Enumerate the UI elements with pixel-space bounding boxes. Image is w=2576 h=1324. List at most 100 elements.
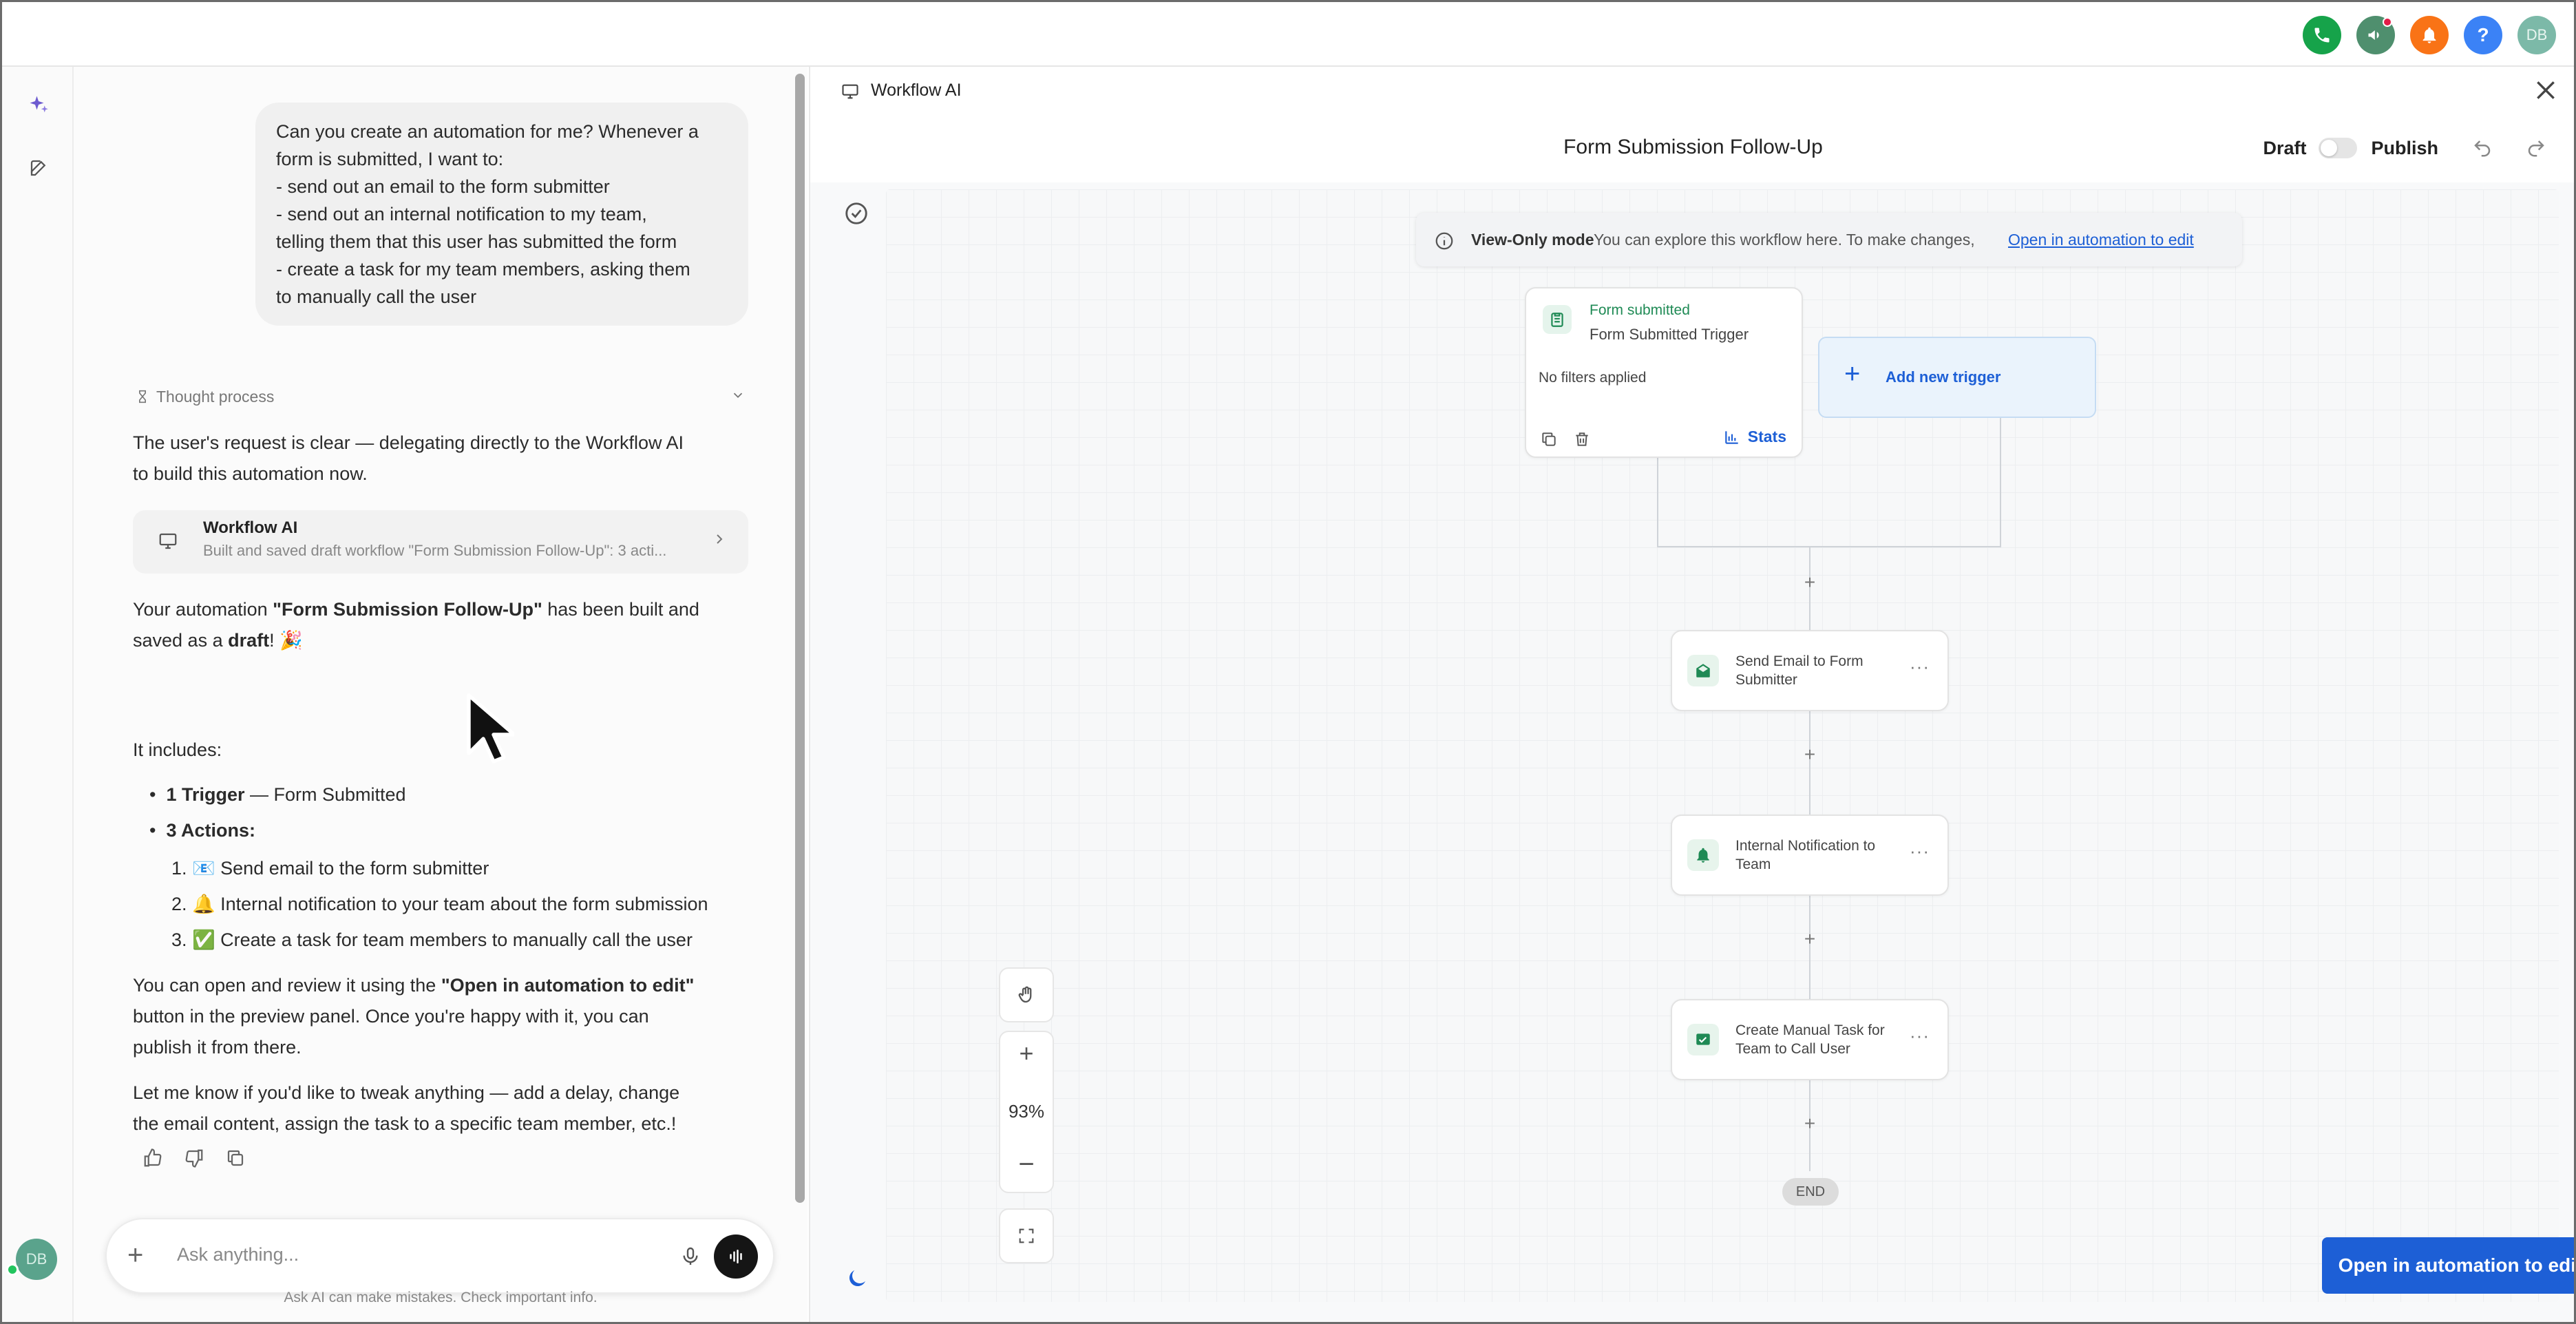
action-title: Send Email to Form Submitter	[1735, 653, 1864, 688]
action-node-send-email[interactable]: Send Email to Form Submitter ···	[1671, 630, 1949, 711]
disclaimer-text: Ask AI can make mistakes. Check importan…	[284, 1290, 598, 1305]
bullet-trigger-bold: 1 Trigger	[166, 784, 245, 805]
voice-mode-button[interactable]	[714, 1234, 758, 1279]
workflow-ai-tool-card[interactable]: Workflow AI Built and saved draft workfl…	[133, 510, 748, 574]
moon-icon[interactable]	[845, 1266, 869, 1291]
trash-icon[interactable]	[1573, 430, 1591, 448]
zoom-out-button[interactable]: −	[1000, 1149, 1053, 1180]
stats-button[interactable]: Stats	[1723, 428, 1786, 446]
add-trigger-label: Add new trigger	[1886, 368, 2001, 386]
view-only-label: View-Only mode	[1471, 231, 1594, 249]
action-item-1-text: 📧 Send email to the form submitter	[192, 858, 489, 879]
tweak-line-2: the email content, assign the task to a …	[133, 1113, 677, 1134]
panel-header-title: Workflow AI	[871, 81, 962, 100]
attach-plus-icon[interactable]: +	[127, 1241, 143, 1269]
chat-input[interactable]: Ask anything...	[177, 1244, 299, 1265]
zoom-in-button[interactable]: +	[1000, 1039, 1053, 1068]
tool-card-subtitle: Built and saved draft workflow "Form Sub…	[203, 542, 667, 559]
megaphone-icon[interactable]	[2356, 16, 2395, 54]
built-pre: Your automation	[133, 599, 273, 620]
app-window: ? DB DB Can you create an automation for…	[0, 0, 2576, 1324]
rail-user-avatar[interactable]: DB	[6, 1239, 57, 1280]
help-icon[interactable]: ?	[2464, 16, 2502, 54]
open-in-automation-link[interactable]: Open in automation to edit	[2008, 231, 2194, 249]
open-bold: "Open in automation to edit"	[441, 975, 695, 996]
draft-label: Draft	[2263, 137, 2307, 158]
workflow-preview-panel: Workflow AI Form Submission Follow-Up Dr…	[809, 67, 2574, 1322]
thumbs-down-icon[interactable]	[184, 1148, 204, 1168]
trigger-type: Form submitted	[1590, 302, 1690, 318]
more-options-icon[interactable]: ···	[1910, 1025, 1930, 1047]
built-line2-post: ! 🎉	[269, 630, 303, 651]
action-node-internal-notification[interactable]: Internal Notification to Team ···	[1671, 815, 1949, 896]
bullet-actions-bold: 3 Actions:	[166, 820, 255, 841]
task-icon	[1687, 1024, 1719, 1055]
audio-wave-icon	[730, 1250, 742, 1263]
duplicate-icon[interactable]	[1540, 430, 1558, 448]
new-chat-icon[interactable]	[25, 155, 52, 181]
connector-line	[2000, 418, 2001, 547]
add-new-trigger-button[interactable]: + Add new trigger	[1818, 337, 2096, 418]
close-icon[interactable]	[2532, 76, 2559, 104]
check-circle-icon[interactable]	[843, 200, 869, 227]
more-options-icon[interactable]: ···	[1910, 656, 1930, 677]
action-title: Create Manual Task for Team to Call User	[1735, 1022, 1885, 1057]
built-line2-bold: draft	[228, 630, 270, 651]
add-step-plus[interactable]: +	[1799, 929, 1820, 949]
thought-process-label: Thought process	[156, 387, 275, 406]
action-item-2-text: 🔔 Internal notification to your team abo…	[192, 894, 708, 914]
thought-process-toggle[interactable]: Thought process	[136, 385, 746, 408]
online-status-dot	[6, 1263, 19, 1276]
undo-icon[interactable]	[2469, 134, 2496, 162]
microphone-icon[interactable]	[679, 1243, 701, 1270]
tweak-line-1: Let me know if you'd like to tweak anyth…	[133, 1082, 680, 1103]
notification-dot	[2383, 17, 2392, 27]
pan-hand-icon[interactable]	[999, 967, 1054, 1022]
add-step-plus[interactable]: +	[1799, 572, 1820, 593]
open-button-label: Open in automation to edit	[2338, 1254, 2576, 1276]
open-pre: You can open and review it using the	[133, 975, 441, 996]
sparkle-icon[interactable]	[25, 92, 52, 118]
bullet-actions: • 3 Actions:	[149, 820, 255, 841]
action-item-3-text: ✅ Create a task for team members to manu…	[192, 929, 693, 950]
assistant-intro: The user's request is clear — delegating…	[133, 428, 684, 490]
user-message-text: Can you create an automation for me? Whe…	[276, 121, 699, 307]
user-avatar[interactable]: DB	[2517, 16, 2556, 54]
chat-input-bar: + Ask anything...	[105, 1218, 774, 1294]
action-node-create-task[interactable]: Create Manual Task for Team to Call User…	[1671, 999, 1949, 1080]
action-item-3: 3. ✅ Create a task for team members to m…	[171, 929, 693, 950]
more-options-icon[interactable]: ···	[1910, 841, 1930, 862]
chat-scrollbar[interactable]	[795, 74, 805, 1203]
action-title: Internal Notification to Team	[1735, 838, 1876, 872]
open-line-2: button in the preview panel. Once you're…	[133, 1006, 649, 1027]
draft-publish-toggle[interactable]	[2319, 138, 2358, 158]
plus-icon: +	[1844, 359, 1861, 389]
built-line2-pre: saved as a	[133, 630, 229, 651]
open-line-3: publish it from there.	[133, 1037, 302, 1058]
bar-chart-icon	[1725, 430, 1738, 444]
add-step-plus[interactable]: +	[1799, 1113, 1820, 1134]
open-in-automation-button[interactable]: Open in automation to edit	[2322, 1237, 2576, 1294]
trigger-name: Form Submitted Trigger	[1590, 326, 1749, 343]
stats-label: Stats	[1747, 428, 1786, 445]
bullet-trigger-rest: — Form Submitted	[244, 784, 406, 805]
built-message: Your automation "Form Submission Follow-…	[133, 594, 699, 656]
avatar-initials: DB	[2526, 26, 2548, 43]
rail-avatar-initials: DB	[25, 1250, 47, 1268]
add-step-plus[interactable]: +	[1799, 744, 1820, 765]
bell-icon[interactable]	[2410, 16, 2449, 54]
phone-icon[interactable]	[2303, 16, 2341, 54]
publish-label: Publish	[2371, 137, 2438, 158]
fit-view-icon[interactable]	[999, 1208, 1054, 1263]
trigger-node[interactable]: Form submitted Form Submitted Trigger No…	[1525, 287, 1803, 458]
bell-ring-icon	[1687, 839, 1719, 871]
hourglass-icon	[139, 390, 146, 403]
redo-icon[interactable]	[2522, 134, 2550, 162]
thumbs-up-icon[interactable]	[142, 1148, 163, 1168]
publish-controls: Draft Publish	[2263, 134, 2574, 162]
canvas-grid: View-Only mode You can explore this work…	[886, 189, 2574, 1302]
copy-icon[interactable]	[225, 1148, 246, 1168]
mouse-cursor-icon	[467, 693, 514, 764]
top-bar: ? DB	[2, 2, 2574, 67]
workflow-canvas[interactable]: View-Only mode You can explore this work…	[810, 182, 2574, 1322]
